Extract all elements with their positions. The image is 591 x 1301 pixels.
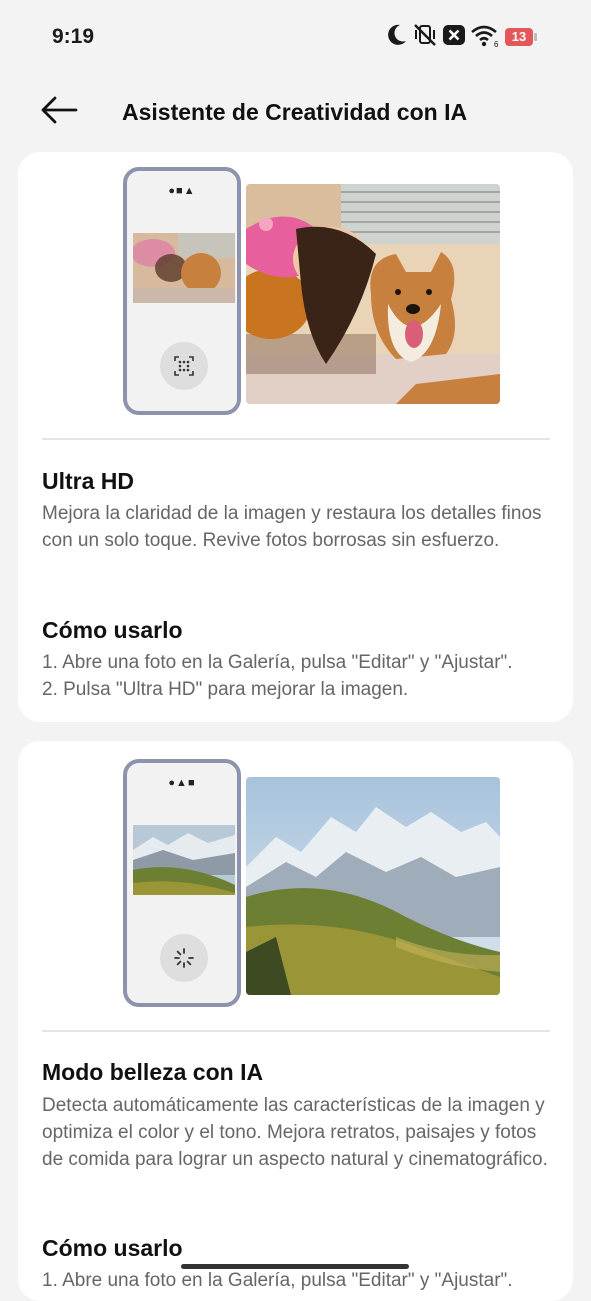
- home-indicator[interactable]: [181, 1264, 409, 1269]
- phone-button: [160, 934, 208, 982]
- ultra-hd-scan-icon: [174, 356, 194, 376]
- feature-photo: [246, 777, 500, 995]
- status-bar: 9:19 6 13: [0, 0, 591, 76]
- phone-mockup: ●■▲: [123, 167, 241, 415]
- feature-card-beauty-mode: ●▲■ Modo belleza con IA Detecta automáti…: [18, 741, 573, 1301]
- howto-title: Cómo usarlo: [42, 617, 183, 643]
- howto-step-1: 1. Abre una foto en la Galería, pulsa "E…: [42, 1270, 513, 1291]
- phone-photo-thumbnail: [133, 233, 235, 303]
- sparkle-spinner-icon: [174, 948, 194, 968]
- battery-level: 13: [505, 28, 533, 46]
- feature-card-ultra-hd: ●■▲ Ultra HD Mejora la claridad de la im…: [18, 152, 573, 722]
- phone-mockup: ●▲■: [123, 759, 241, 1007]
- feature-description: Detecta automáticamente las característi…: [42, 1095, 548, 1170]
- howto-step-2: 2. Pulsa "Ultra HD" para mejorar la imag…: [42, 679, 409, 700]
- status-time: 9:19: [52, 25, 95, 48]
- card-divider: [42, 1030, 550, 1032]
- howto-step-1: 1. Abre una foto en la Galería, pulsa "E…: [42, 652, 513, 673]
- wifi-icon: 6: [471, 25, 499, 48]
- arrow-left-icon[interactable]: [38, 94, 80, 126]
- feature-title: Ultra HD: [42, 468, 135, 494]
- phone-camera-dots: ●■▲: [168, 185, 196, 197]
- feature-description: Mejora la claridad de la imagen y restau…: [42, 503, 542, 551]
- moon-icon: [388, 24, 406, 45]
- page-title: Asistente de Creatividad con IA: [122, 99, 468, 125]
- card-divider: [42, 438, 550, 440]
- page-header: Asistente de Creatividad con IA: [0, 80, 591, 144]
- feature-photo: [246, 184, 500, 404]
- howto-title: Cómo usarlo: [42, 1235, 183, 1261]
- phone-photo-thumbnail: [133, 825, 235, 895]
- vibrate-off-icon: [414, 24, 436, 46]
- phone-button: [160, 342, 208, 390]
- phone-camera-dots: ●▲■: [168, 777, 196, 789]
- close-box-icon: [443, 25, 465, 45]
- svg-text:6: 6: [494, 40, 499, 48]
- battery-icon: [534, 33, 537, 41]
- feature-title: Modo belleza con IA: [42, 1059, 264, 1085]
